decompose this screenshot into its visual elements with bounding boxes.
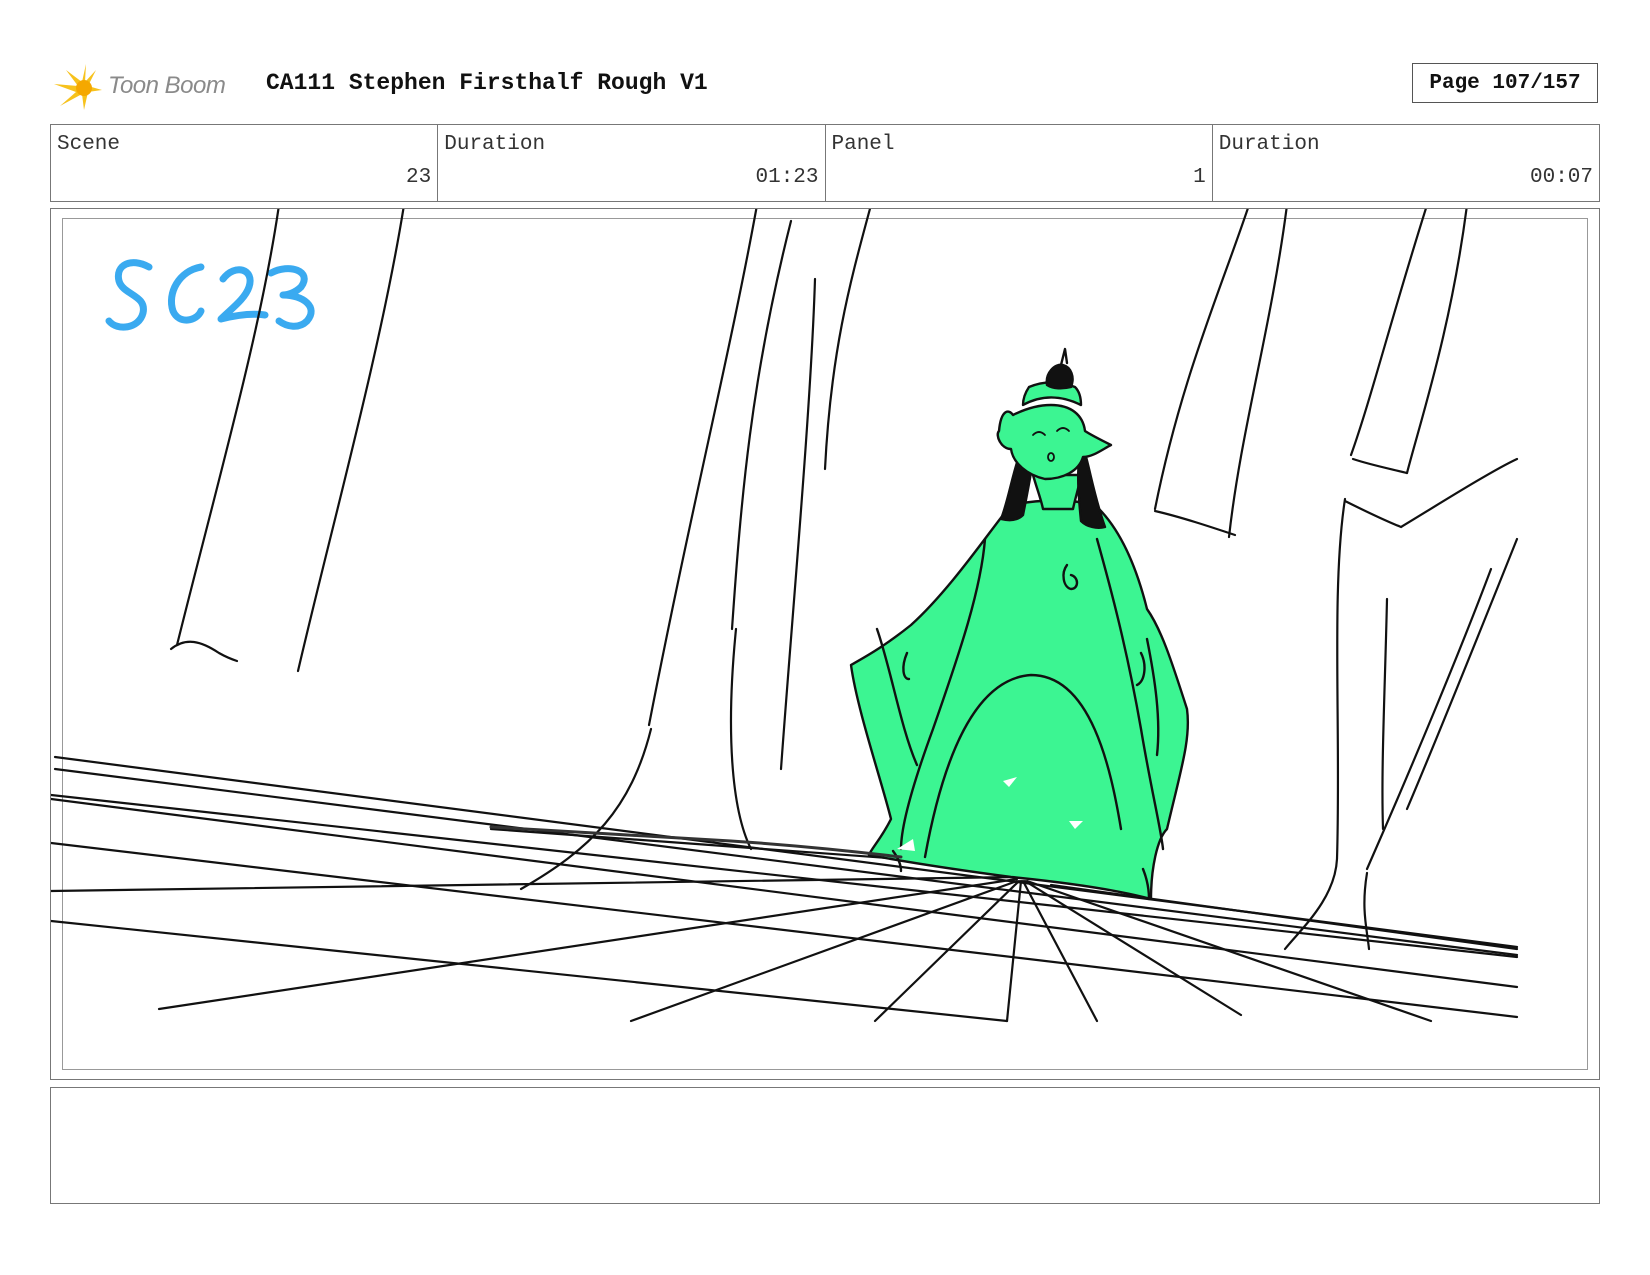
panel-drawing <box>51 209 1519 1023</box>
storyboard-header: Toon Boom CA111 Stephen Firsthalf Rough … <box>52 58 1602 114</box>
ground-perspective-lines <box>51 755 1519 1023</box>
floor-scribble <box>489 825 903 859</box>
scene-duration-cell: Duration 01:23 <box>438 125 826 201</box>
panel-info-row: Scene 23 Duration 01:23 Panel 1 Duration… <box>50 124 1600 202</box>
panel-duration-cell: Duration 00:07 <box>1213 125 1599 201</box>
page-number: Page 107/157 <box>1412 63 1598 103</box>
panel-value: 1 <box>1193 166 1206 189</box>
storyboard-panel <box>50 208 1600 1080</box>
logo-text: Toon Boom <box>108 72 226 99</box>
scene-duration-value: 01:23 <box>755 166 819 189</box>
panel-duration-label: Duration <box>1218 133 1320 156</box>
document-title: CA111 Stephen Firsthalf Rough V1 <box>266 70 708 96</box>
scene-cell: Scene 23 <box>51 125 439 201</box>
background-trees <box>169 209 1519 951</box>
scene-label: Scene <box>57 133 121 156</box>
panel-label: Panel <box>831 133 895 156</box>
starburst-icon <box>54 64 102 110</box>
character-figure <box>849 347 1190 901</box>
scene-value: 23 <box>406 166 432 189</box>
panel-cell: Panel 1 <box>826 125 1213 201</box>
scene-duration-label: Duration <box>444 133 546 156</box>
scene-annotation <box>105 259 315 331</box>
panel-duration-value: 00:07 <box>1529 166 1593 189</box>
panel-notes-box <box>50 1087 1600 1204</box>
toon-boom-logo: Toon Boom <box>52 58 226 114</box>
